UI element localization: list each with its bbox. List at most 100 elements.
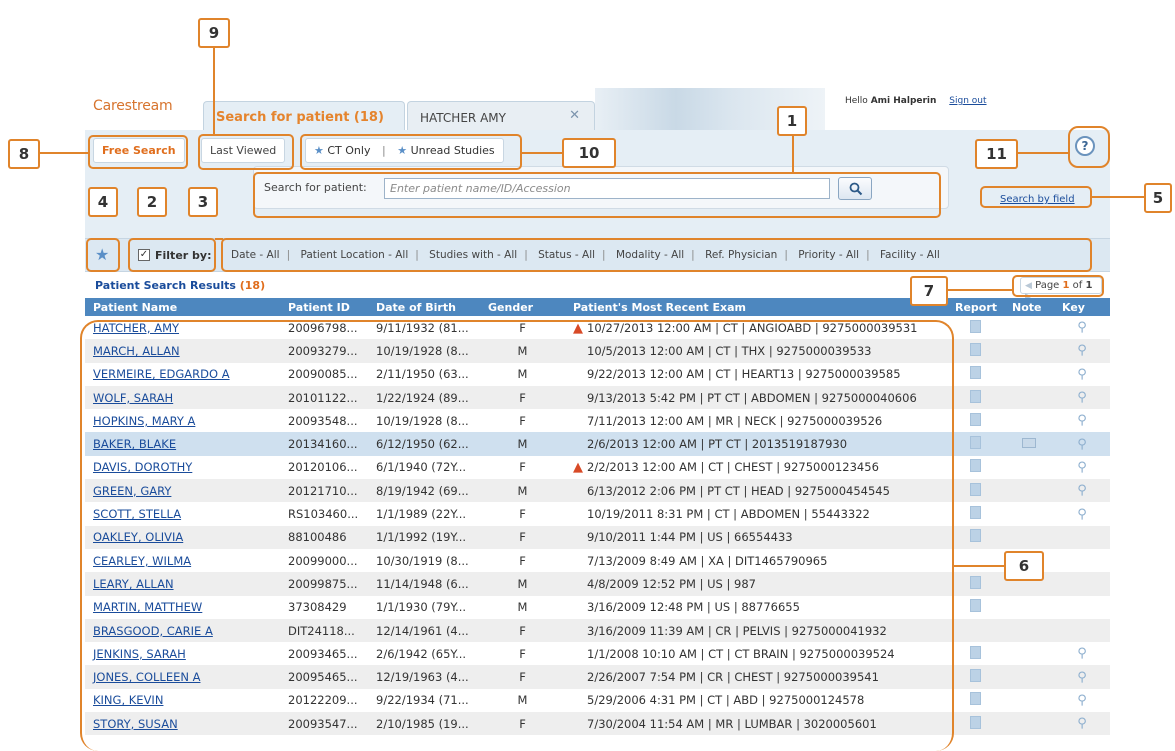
cell-note xyxy=(1004,432,1054,456)
document-icon[interactable] xyxy=(970,436,981,450)
col-header-note[interactable]: Note xyxy=(1004,298,1054,316)
results-count: (18) xyxy=(239,279,266,292)
sign-out-link[interactable]: Sign out xyxy=(949,96,986,106)
cell-report xyxy=(947,502,1004,526)
key-icon[interactable]: ⚲ xyxy=(1077,343,1087,358)
key-icon[interactable]: ⚲ xyxy=(1077,716,1087,731)
cell-note xyxy=(1004,362,1054,386)
key-icon[interactable]: ⚲ xyxy=(1077,390,1087,405)
document-icon[interactable] xyxy=(970,599,981,613)
cell-note xyxy=(1004,642,1054,666)
key-icon[interactable]: ⚲ xyxy=(1077,646,1087,661)
cell-report xyxy=(947,665,1004,689)
cell-key: ⚲ xyxy=(1054,362,1110,386)
key-icon[interactable]: ⚲ xyxy=(1077,460,1087,475)
cell-note xyxy=(1004,339,1054,363)
user-name: Ami Halperin xyxy=(870,96,937,106)
key-icon[interactable]: ⚲ xyxy=(1077,320,1087,335)
annotation-frame-saved-searches xyxy=(300,134,522,170)
cell-key xyxy=(1054,618,1110,643)
annotation-label-7: 7 xyxy=(910,276,948,306)
document-icon[interactable] xyxy=(970,692,981,706)
document-icon[interactable] xyxy=(970,669,981,683)
cell-key: ⚲ xyxy=(1054,339,1110,363)
key-icon[interactable]: ⚲ xyxy=(1077,437,1087,452)
cell-key: ⚲ xyxy=(1054,455,1110,480)
document-icon[interactable] xyxy=(970,459,981,473)
cell-note xyxy=(1004,712,1054,736)
annotation-leader-7 xyxy=(948,289,1012,291)
cell-report xyxy=(947,432,1004,456)
annotation-leader-9 xyxy=(213,48,215,134)
col-header-dob[interactable]: Date of Birth xyxy=(368,298,480,316)
cell-report xyxy=(947,409,1004,433)
note-icon[interactable] xyxy=(1022,438,1036,449)
document-icon[interactable] xyxy=(970,575,981,589)
document-icon[interactable] xyxy=(970,529,981,543)
annotation-leader-3 xyxy=(215,238,223,240)
annotation-label-2: 2 xyxy=(137,187,167,217)
cell-report xyxy=(947,548,1004,573)
document-icon[interactable] xyxy=(970,319,981,333)
annotation-frame-pager xyxy=(1012,275,1104,297)
annotation-leader-6 xyxy=(952,565,1004,567)
cell-report xyxy=(947,595,1004,619)
key-icon[interactable]: ⚲ xyxy=(1077,670,1087,685)
col-header-report[interactable]: Report xyxy=(947,298,1004,316)
cell-report xyxy=(947,572,1004,596)
col-header-patient-name[interactable]: Patient Name xyxy=(85,298,280,316)
document-icon[interactable] xyxy=(970,506,981,520)
col-header-key[interactable]: Key xyxy=(1054,298,1110,316)
document-icon[interactable] xyxy=(970,645,981,659)
document-icon[interactable] xyxy=(970,412,981,426)
col-header-recent-exam[interactable]: Patient's Most Recent Exam xyxy=(565,298,947,316)
key-icon[interactable]: ⚲ xyxy=(1077,693,1087,708)
cell-note xyxy=(1004,525,1054,549)
document-icon[interactable] xyxy=(970,342,981,356)
cell-note xyxy=(1004,385,1054,410)
cell-report xyxy=(947,339,1004,363)
annotation-frame-last-viewed xyxy=(198,134,294,170)
cell-key: ⚲ xyxy=(1054,479,1110,503)
cell-key: ⚲ xyxy=(1054,502,1110,526)
annotation-label-1: 1 xyxy=(777,106,807,136)
document-icon[interactable] xyxy=(970,715,981,729)
cell-key: ⚲ xyxy=(1054,642,1110,666)
annotation-frame-filter-checkbox xyxy=(128,238,216,272)
cell-key: ⚲ xyxy=(1054,688,1110,713)
cell-report xyxy=(947,712,1004,736)
annotation-label-9: 9 xyxy=(198,18,230,48)
table-header-row: Patient Name Patient ID Date of Birth Ge… xyxy=(85,298,1110,316)
cell-note xyxy=(1004,455,1054,480)
cell-report xyxy=(947,316,1004,340)
cell-key: ⚲ xyxy=(1054,316,1110,340)
cell-key xyxy=(1054,595,1110,619)
document-icon[interactable] xyxy=(970,482,981,496)
cell-key xyxy=(1054,572,1110,596)
cell-note xyxy=(1004,595,1054,619)
key-icon[interactable]: ⚲ xyxy=(1077,507,1087,522)
key-icon[interactable]: ⚲ xyxy=(1077,483,1087,498)
annotation-label-5: 5 xyxy=(1144,183,1172,213)
document-icon[interactable] xyxy=(970,366,981,380)
key-icon[interactable]: ⚲ xyxy=(1077,367,1087,382)
cell-key xyxy=(1054,525,1110,549)
annotation-frame-free-search xyxy=(88,135,188,169)
cell-report xyxy=(947,525,1004,549)
col-header-patient-id[interactable]: Patient ID xyxy=(280,298,368,316)
annotation-frame-favorite xyxy=(86,238,120,272)
annotation-frame-help xyxy=(1068,126,1110,168)
annotation-leader-10 xyxy=(522,152,562,154)
user-greeting: Hello Ami Halperin Sign out xyxy=(835,88,1015,116)
tab-patient-hatcher-amy[interactable]: HATCHER AMY ✕ xyxy=(407,101,595,130)
cell-report xyxy=(947,642,1004,666)
close-tab-icon[interactable]: ✕ xyxy=(569,108,580,123)
annotation-label-3: 3 xyxy=(188,187,218,217)
key-icon[interactable]: ⚲ xyxy=(1077,413,1087,428)
document-icon[interactable] xyxy=(970,389,981,403)
carestream-logo: Carestream xyxy=(93,98,173,114)
cell-note xyxy=(1004,409,1054,433)
cell-note xyxy=(1004,618,1054,643)
col-header-gender[interactable]: Gender xyxy=(480,298,565,316)
tab-search-for-patient[interactable]: Search for patient (18) xyxy=(203,101,405,130)
